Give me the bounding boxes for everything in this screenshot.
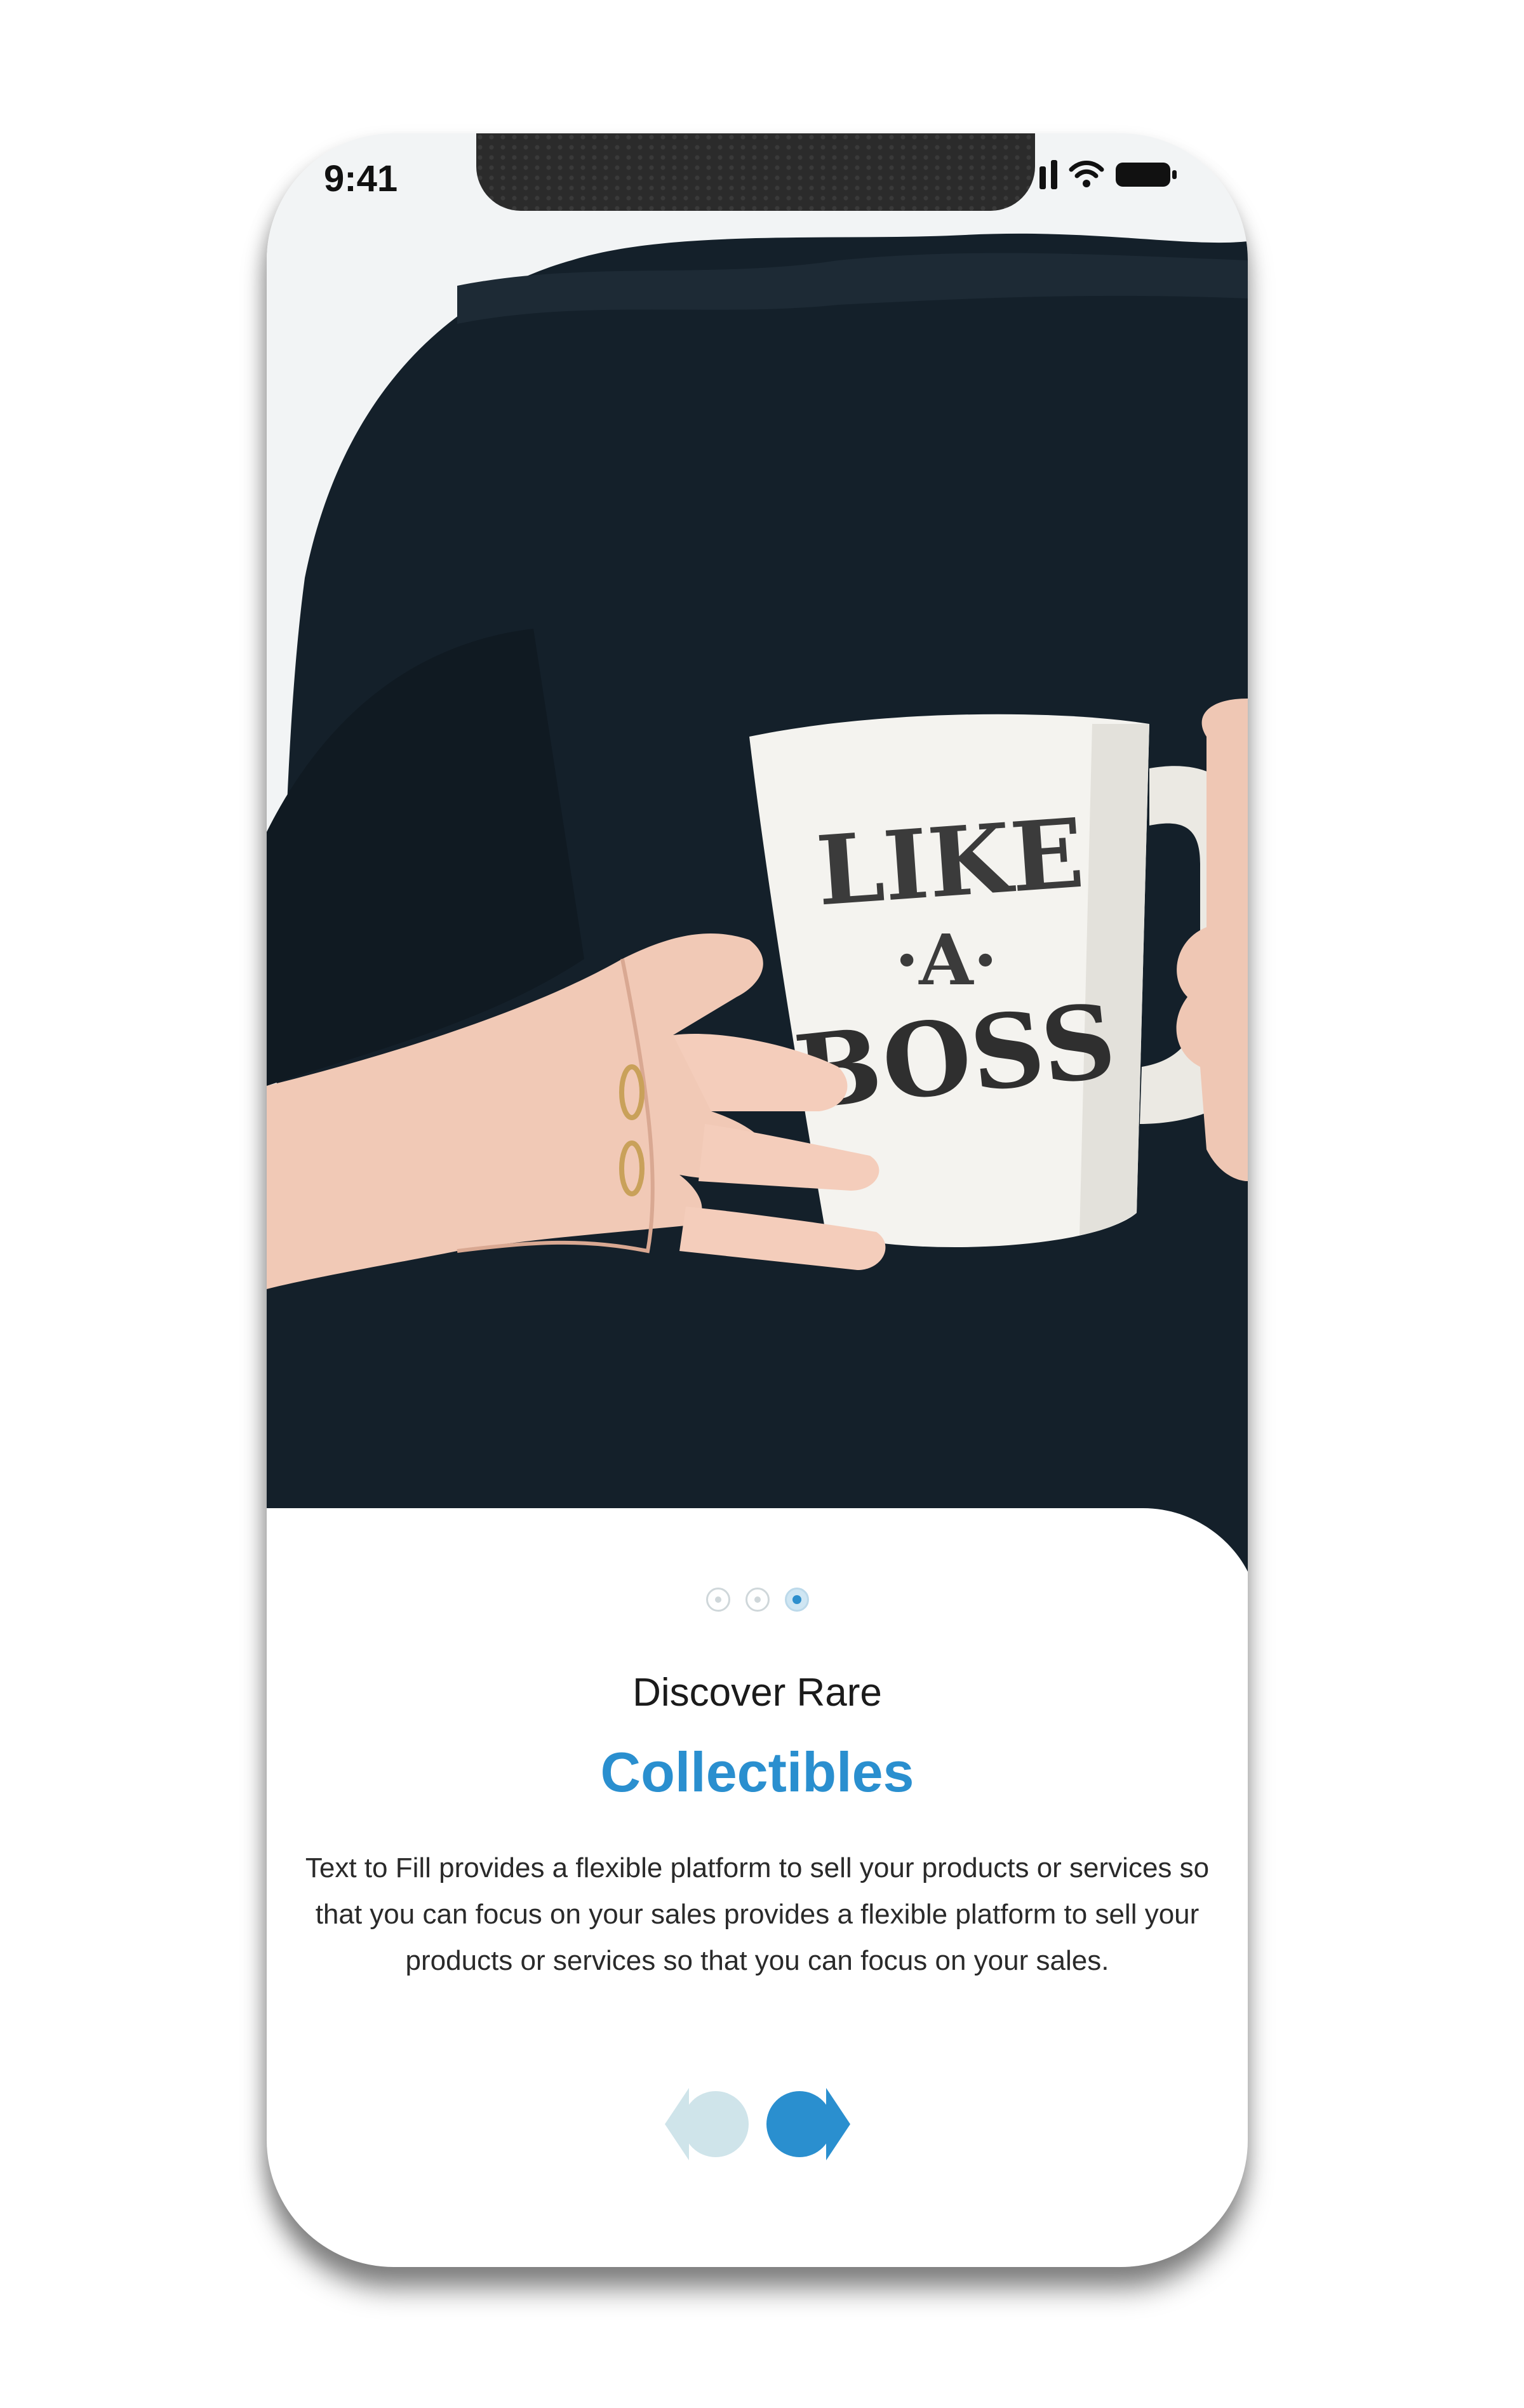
mug-text-line1: LIKE xyxy=(813,798,1088,928)
chevron-right-icon xyxy=(766,2088,850,2160)
mug-text-line2: ·A· xyxy=(895,919,998,1001)
status-bar: 9:41 xyxy=(267,133,1248,229)
pagination-dot-2[interactable] xyxy=(745,1588,770,1612)
next-button[interactable] xyxy=(758,2083,853,2165)
status-time: 9:41 xyxy=(324,158,398,199)
signal-icon xyxy=(1039,160,1057,189)
pagination-dot-3[interactable] xyxy=(784,1588,809,1612)
battery-icon xyxy=(1116,163,1177,187)
hero-image: LIKE ·A· BOSS xyxy=(267,133,1248,1594)
sheet-curve xyxy=(267,1508,1248,1635)
phone-frame: LIKE ·A· BOSS 9:41 Discover Rare Collect… xyxy=(267,133,1248,2267)
onboarding-subtitle: Discover Rare xyxy=(632,1671,882,1715)
wifi-icon xyxy=(1069,161,1104,187)
onboarding-description: Text to Fill provides a flexible platfor… xyxy=(305,1852,1210,1976)
prev-button[interactable] xyxy=(662,2083,758,2165)
notch xyxy=(476,133,1035,211)
onboarding-title: Collectibles xyxy=(600,1741,914,1803)
pagination-dots xyxy=(267,1588,1248,1612)
onboarding-navigation xyxy=(267,2083,1248,2165)
pagination-dot-1[interactable] xyxy=(705,1588,730,1612)
status-icons xyxy=(1039,160,1178,189)
chevron-left-icon xyxy=(664,2088,749,2160)
